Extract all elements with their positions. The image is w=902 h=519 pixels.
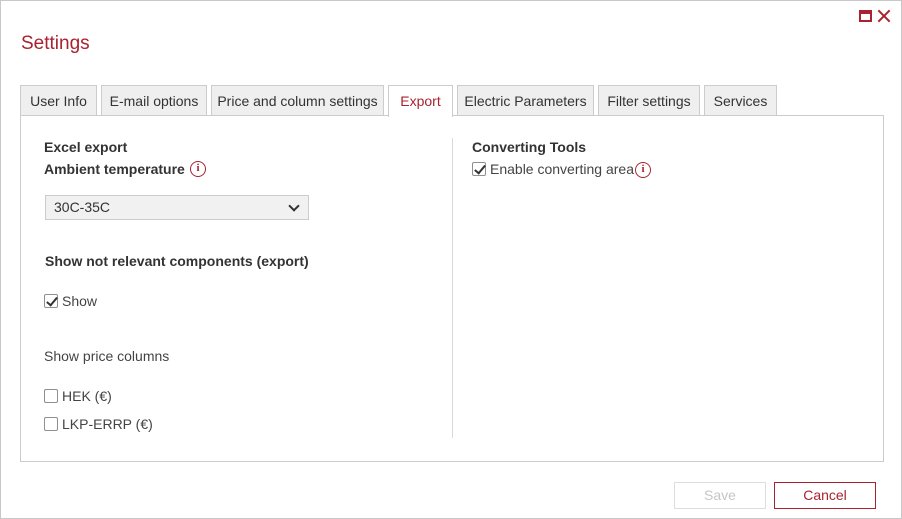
price-columns-heading: Show price columns	[44, 348, 170, 364]
enable-converting-label: Enable converting area	[490, 161, 634, 177]
cancel-button[interactable]: Cancel	[774, 482, 876, 509]
ambient-temperature-select[interactable]: 30C-35C	[45, 195, 309, 220]
export-panel: Excel export Ambient temperature i 30C-3…	[20, 115, 884, 462]
save-button[interactable]: Save	[674, 482, 766, 509]
close-icon[interactable]	[877, 9, 891, 23]
not-relevant-components-heading: Show not relevant components (export)	[45, 253, 309, 269]
tab-export[interactable]: Export	[388, 85, 453, 117]
tab-electric-parameters[interactable]: Electric Parameters	[457, 85, 594, 116]
ambient-temperature-label: Ambient temperature	[44, 161, 185, 177]
show-not-relevant-checkbox[interactable]	[44, 294, 58, 308]
show-not-relevant-row[interactable]: Show	[44, 293, 97, 309]
settings-dialog: Settings User Info E-mail options Price …	[0, 0, 902, 519]
column-divider	[452, 138, 453, 438]
price-column-lkp-errp-label: LKP-ERRP (€)	[62, 416, 153, 432]
enable-converting-checkbox[interactable]	[472, 162, 486, 176]
price-column-lkp-errp-row[interactable]: LKP-ERRP (€)	[44, 416, 153, 432]
converting-info-icon[interactable]: i	[635, 162, 651, 178]
tab-email-options[interactable]: E-mail options	[101, 85, 207, 116]
tab-price-and-column-settings[interactable]: Price and column settings	[211, 85, 384, 116]
tab-user-info[interactable]: User Info	[20, 85, 97, 116]
enable-converting-row[interactable]: Enable converting area	[472, 161, 634, 177]
ambient-temperature-info-icon[interactable]: i	[190, 161, 206, 177]
price-column-hek-label: HEK (€)	[62, 388, 112, 404]
excel-export-heading: Excel export	[44, 139, 128, 155]
price-column-hek-row[interactable]: HEK (€)	[44, 388, 112, 404]
price-column-hek-checkbox[interactable]	[44, 389, 58, 403]
dialog-title: Settings	[21, 33, 90, 54]
converting-tools-heading: Converting Tools	[472, 139, 587, 155]
maximize-icon[interactable]	[859, 10, 872, 22]
show-not-relevant-label: Show	[62, 293, 98, 309]
ambient-temperature-value: 30C-35C	[54, 199, 111, 215]
window-controls	[859, 9, 891, 23]
chevron-down-icon	[288, 200, 300, 212]
price-column-lkp-errp-checkbox[interactable]	[44, 417, 58, 431]
tab-services[interactable]: Services	[704, 85, 777, 116]
tab-filter-settings[interactable]: Filter settings	[598, 85, 700, 116]
